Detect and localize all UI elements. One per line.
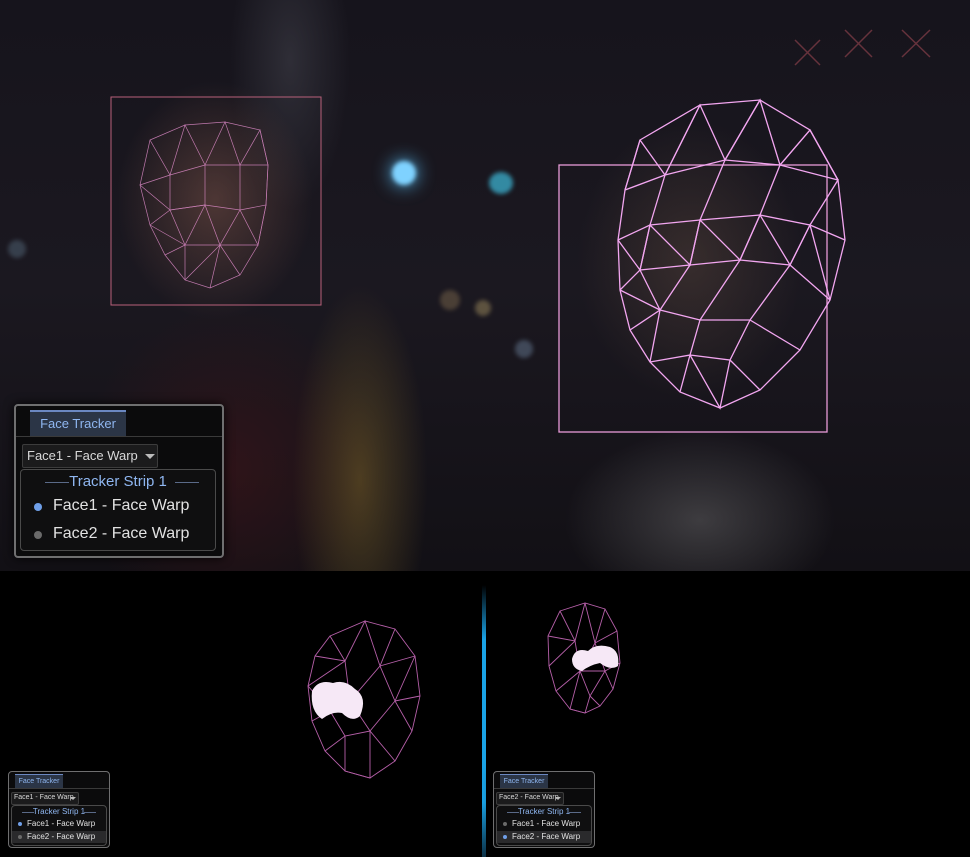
- active-dot-icon: [18, 822, 22, 826]
- tab-face-tracker[interactable]: Face Tracker: [500, 774, 548, 788]
- face-tracker-panel-mini-right: Face Tracker Face2 - Face Warp Tracker S…: [493, 771, 595, 848]
- item-label: Face1 - Face Warp: [53, 497, 190, 514]
- face2-bounding-box: [558, 164, 828, 433]
- strip-title: Tracker Strip 1: [517, 807, 571, 816]
- x-markers: [794, 29, 931, 66]
- video-viewer: Face Tracker Face1 - Face Warp Tracker S…: [0, 0, 970, 571]
- face-select-dropdown[interactable]: Face1 - Face Warp: [11, 792, 79, 805]
- tracker-item-face2[interactable]: Face2 - Face Warp: [21, 522, 215, 548]
- dropdown-value: Face2 - Face Warp: [499, 794, 559, 801]
- chevron-down-icon: [145, 454, 155, 459]
- active-dot-icon: [503, 835, 507, 839]
- dropdown-value: Face1 - Face Warp: [27, 448, 138, 463]
- face1-mesh: [139, 121, 269, 289]
- tracker-item-face1[interactable]: Face1 - Face Warp: [497, 818, 591, 830]
- item-label: Face1 - Face Warp: [27, 819, 96, 828]
- face-select-dropdown[interactable]: Face1 - Face Warp: [22, 444, 158, 468]
- face2-mesh: [617, 98, 846, 410]
- tab-bar: Face Tracker: [494, 772, 594, 789]
- tab-bar: Face Tracker: [16, 406, 222, 437]
- inactive-dot-icon: [503, 822, 507, 826]
- inactive-dot-icon: [34, 531, 42, 539]
- chevron-down-icon: [70, 797, 76, 800]
- tracker-item-face1[interactable]: Face1 - Face Warp: [12, 818, 106, 830]
- item-label: Face1 - Face Warp: [512, 819, 581, 828]
- tab-face-tracker[interactable]: Face Tracker: [15, 774, 63, 788]
- tracker-strip: Tracker Strip 1 Face1 - Face Warp Face2 …: [496, 805, 592, 846]
- tracker-item-face2[interactable]: Face2 - Face Warp: [497, 831, 591, 843]
- tracker-item-face2[interactable]: Face2 - Face Warp: [12, 831, 106, 843]
- tracker-strip: Tracker Strip 1 Face1 - Face Warp Face2 …: [20, 469, 216, 551]
- face1-eye-mask: [311, 681, 364, 719]
- strip-title: Tracker Strip 1: [32, 807, 86, 816]
- tracker-strip: Tracker Strip 1 Face1 - Face Warp Face2 …: [11, 805, 107, 846]
- face-tracker-panel-mini-left: Face Tracker Face1 - Face Warp Tracker S…: [8, 771, 110, 848]
- active-dot-icon: [34, 503, 42, 511]
- face2-eye-mask: [572, 645, 619, 671]
- tracker-item-face1[interactable]: Face1 - Face Warp: [21, 494, 215, 520]
- item-label: Face2 - Face Warp: [27, 832, 96, 841]
- tab-face-tracker[interactable]: Face Tracker: [30, 410, 126, 436]
- face-tracker-panel: Face Tracker Face1 - Face Warp Tracker S…: [14, 404, 224, 558]
- strip-title: Tracker Strip 1: [69, 473, 167, 490]
- item-label: Face2 - Face Warp: [53, 525, 190, 542]
- tab-bar: Face Tracker: [9, 772, 109, 789]
- face1-bounding-box: [110, 96, 322, 306]
- inactive-dot-icon: [18, 835, 22, 839]
- isolated-meshes: [307, 602, 621, 779]
- chevron-down-icon: [555, 797, 561, 800]
- face-select-dropdown[interactable]: Face2 - Face Warp: [496, 792, 564, 805]
- dropdown-value: Face1 - Face Warp: [14, 794, 74, 801]
- item-label: Face2 - Face Warp: [512, 832, 581, 841]
